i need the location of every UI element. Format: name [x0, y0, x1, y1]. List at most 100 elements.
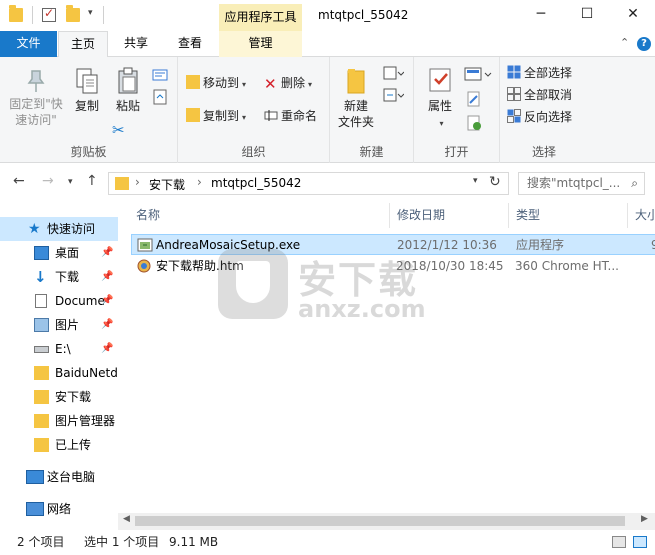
- maximize-icon[interactable]: ☐: [564, 0, 610, 31]
- close-icon[interactable]: ✕: [610, 0, 655, 31]
- nav-item-anxz[interactable]: 安下载: [0, 385, 118, 409]
- breadcrumb-root[interactable]: 安下载: [149, 176, 185, 193]
- tab-share[interactable]: 共享: [112, 31, 160, 57]
- search-input[interactable]: 搜索"mtqtpcl_... ⌕: [518, 172, 645, 195]
- edit-icon[interactable]: [466, 91, 482, 107]
- select-group: 全部选择 全部取消 反向选择 选择: [500, 57, 588, 163]
- nav-item-quick-access[interactable]: ★ 快速访问: [0, 217, 118, 241]
- scroll-right-icon[interactable]: ▶: [641, 514, 648, 524]
- nav-label: Docume: [55, 294, 105, 308]
- desktop-icon: [34, 246, 49, 260]
- search-placeholder: 搜索"mtqtpcl_...: [527, 176, 621, 190]
- help-icon[interactable]: ?: [637, 37, 651, 51]
- copy-to-icon: [186, 108, 200, 122]
- nav-label: 网络: [47, 502, 72, 516]
- recent-locations-icon[interactable]: ▾: [68, 177, 73, 187]
- tab-manage[interactable]: 管理: [219, 31, 302, 57]
- scroll-left-icon[interactable]: ◀: [123, 514, 130, 524]
- pin-icon: 📌: [101, 343, 114, 354]
- paste-label: 粘贴: [115, 99, 140, 113]
- new-group: 新建 文件夹 新建: [330, 57, 414, 163]
- up-arrow-icon[interactable]: ↑: [86, 173, 98, 189]
- properties-quick-icon[interactable]: [42, 6, 56, 22]
- paste-shortcut-icon[interactable]: [153, 89, 167, 105]
- forward-arrow-icon[interactable]: →: [42, 173, 54, 189]
- large-icons-view-icon[interactable]: [633, 536, 647, 548]
- nav-item-drive-e[interactable]: E:\ 📌: [0, 337, 118, 361]
- nav-item-documents[interactable]: Docume 📌: [0, 289, 118, 313]
- address-bar[interactable]: › 安下载 › mtqtpcl_55042 ▾ ↻: [108, 172, 509, 195]
- nav-label: E:\: [55, 342, 71, 356]
- nav-item-network[interactable]: 网络: [0, 497, 118, 521]
- tab-view[interactable]: 查看: [164, 31, 216, 57]
- paste-icon: [116, 67, 140, 95]
- column-header-name[interactable]: 名称: [129, 203, 390, 228]
- copy-to-label: 复制到: [203, 109, 240, 123]
- picture-icon: [34, 318, 49, 332]
- new-item-icon[interactable]: [382, 65, 405, 81]
- new-folder-label: 新建 文件夹: [337, 99, 374, 129]
- scrollbar-thumb[interactable]: [135, 516, 625, 526]
- invert-selection-icon: [507, 109, 521, 123]
- clipboard-group: 固定到"快 速访问" 复制 粘贴 ✂ 剪贴板: [0, 57, 178, 163]
- ribbon-collapse-icon[interactable]: ⌃: [620, 36, 629, 49]
- status-item-count: 2 个项目: [17, 535, 65, 549]
- tab-file[interactable]: 文件: [0, 31, 57, 57]
- select-none-icon: [507, 87, 521, 101]
- nav-item-downloads[interactable]: ↓ 下载 📌: [0, 265, 118, 289]
- paste-button[interactable]: 粘贴: [112, 67, 144, 114]
- watermark-subtext: anxz.com: [298, 295, 426, 323]
- nav-label: 已上传: [55, 438, 92, 452]
- download-arrow-icon: ↓: [34, 268, 47, 286]
- chrome-html-file-icon: [137, 259, 151, 273]
- folder-icon: [34, 438, 49, 452]
- refresh-icon[interactable]: ↻: [489, 174, 501, 190]
- nav-item-pictures[interactable]: 图片 📌: [0, 313, 118, 337]
- minimize-icon[interactable]: ─: [518, 0, 564, 31]
- nav-item-this-pc[interactable]: 这台电脑: [0, 465, 118, 489]
- copy-button[interactable]: 复制: [70, 67, 104, 114]
- invert-selection-button[interactable]: 反向选择: [507, 107, 572, 127]
- back-arrow-icon[interactable]: ←: [13, 173, 25, 189]
- nav-item-desktop[interactable]: 桌面 📌: [0, 241, 118, 265]
- cut-path-icon[interactable]: [152, 69, 168, 81]
- easy-access-icon[interactable]: [382, 87, 405, 103]
- file-type: 360 Chrome HT...: [515, 259, 619, 273]
- column-header-size[interactable]: 大小: [628, 203, 655, 228]
- pin-icon: 📌: [101, 247, 114, 258]
- customize-quick-access-icon[interactable]: ▾: [88, 8, 93, 18]
- breadcrumb-current[interactable]: mtqtpcl_55042: [211, 176, 301, 190]
- rename-button[interactable]: 重命名: [264, 106, 317, 126]
- context-tab-app-tools: 应用程序工具: [219, 4, 302, 31]
- details-view-icon[interactable]: [612, 536, 626, 548]
- drive-icon: [34, 346, 49, 353]
- column-header-date[interactable]: 修改日期: [390, 203, 509, 228]
- delete-button[interactable]: ✕ 删除 ▾: [264, 73, 312, 93]
- nav-item-baidunetdisk[interactable]: BaiduNetd: [0, 361, 118, 385]
- new-folder-quick-icon[interactable]: [66, 5, 80, 22]
- select-all-button[interactable]: 全部选择: [507, 63, 572, 83]
- select-none-button[interactable]: 全部取消: [507, 85, 572, 105]
- address-dropdown-icon[interactable]: ▾: [473, 176, 478, 186]
- cut-icon[interactable]: ✂: [112, 121, 125, 139]
- open-icon[interactable]: [464, 67, 494, 81]
- folder-icon: [115, 177, 129, 190]
- horizontal-scrollbar[interactable]: ◀ ▶: [118, 513, 655, 530]
- properties-button[interactable]: 属性 ▾: [422, 67, 458, 132]
- nav-item-uploaded[interactable]: 已上传: [0, 433, 118, 457]
- network-icon: [26, 502, 44, 516]
- column-header-type[interactable]: 类型: [509, 203, 628, 228]
- copy-to-button[interactable]: 复制到 ▾: [186, 106, 246, 126]
- tab-home[interactable]: 主页: [58, 31, 108, 58]
- move-to-icon: [186, 75, 200, 89]
- status-selected-size: 9.11 MB: [169, 535, 219, 549]
- move-to-button[interactable]: 移动到 ▾: [186, 73, 246, 93]
- title-bar: ▾ 应用程序工具 mtqtpcl_55042 ─ ☐ ✕: [0, 0, 655, 31]
- pin-icon: 📌: [101, 271, 114, 282]
- history-icon[interactable]: [466, 115, 482, 131]
- nav-item-picture-manager[interactable]: 图片管理器: [0, 409, 118, 433]
- pin-quick-access-button[interactable]: 固定到"快 速访问": [6, 69, 66, 128]
- select-none-label: 全部取消: [524, 88, 573, 102]
- new-folder-button[interactable]: 新建 文件夹: [336, 67, 376, 130]
- nav-label: 图片: [55, 318, 80, 332]
